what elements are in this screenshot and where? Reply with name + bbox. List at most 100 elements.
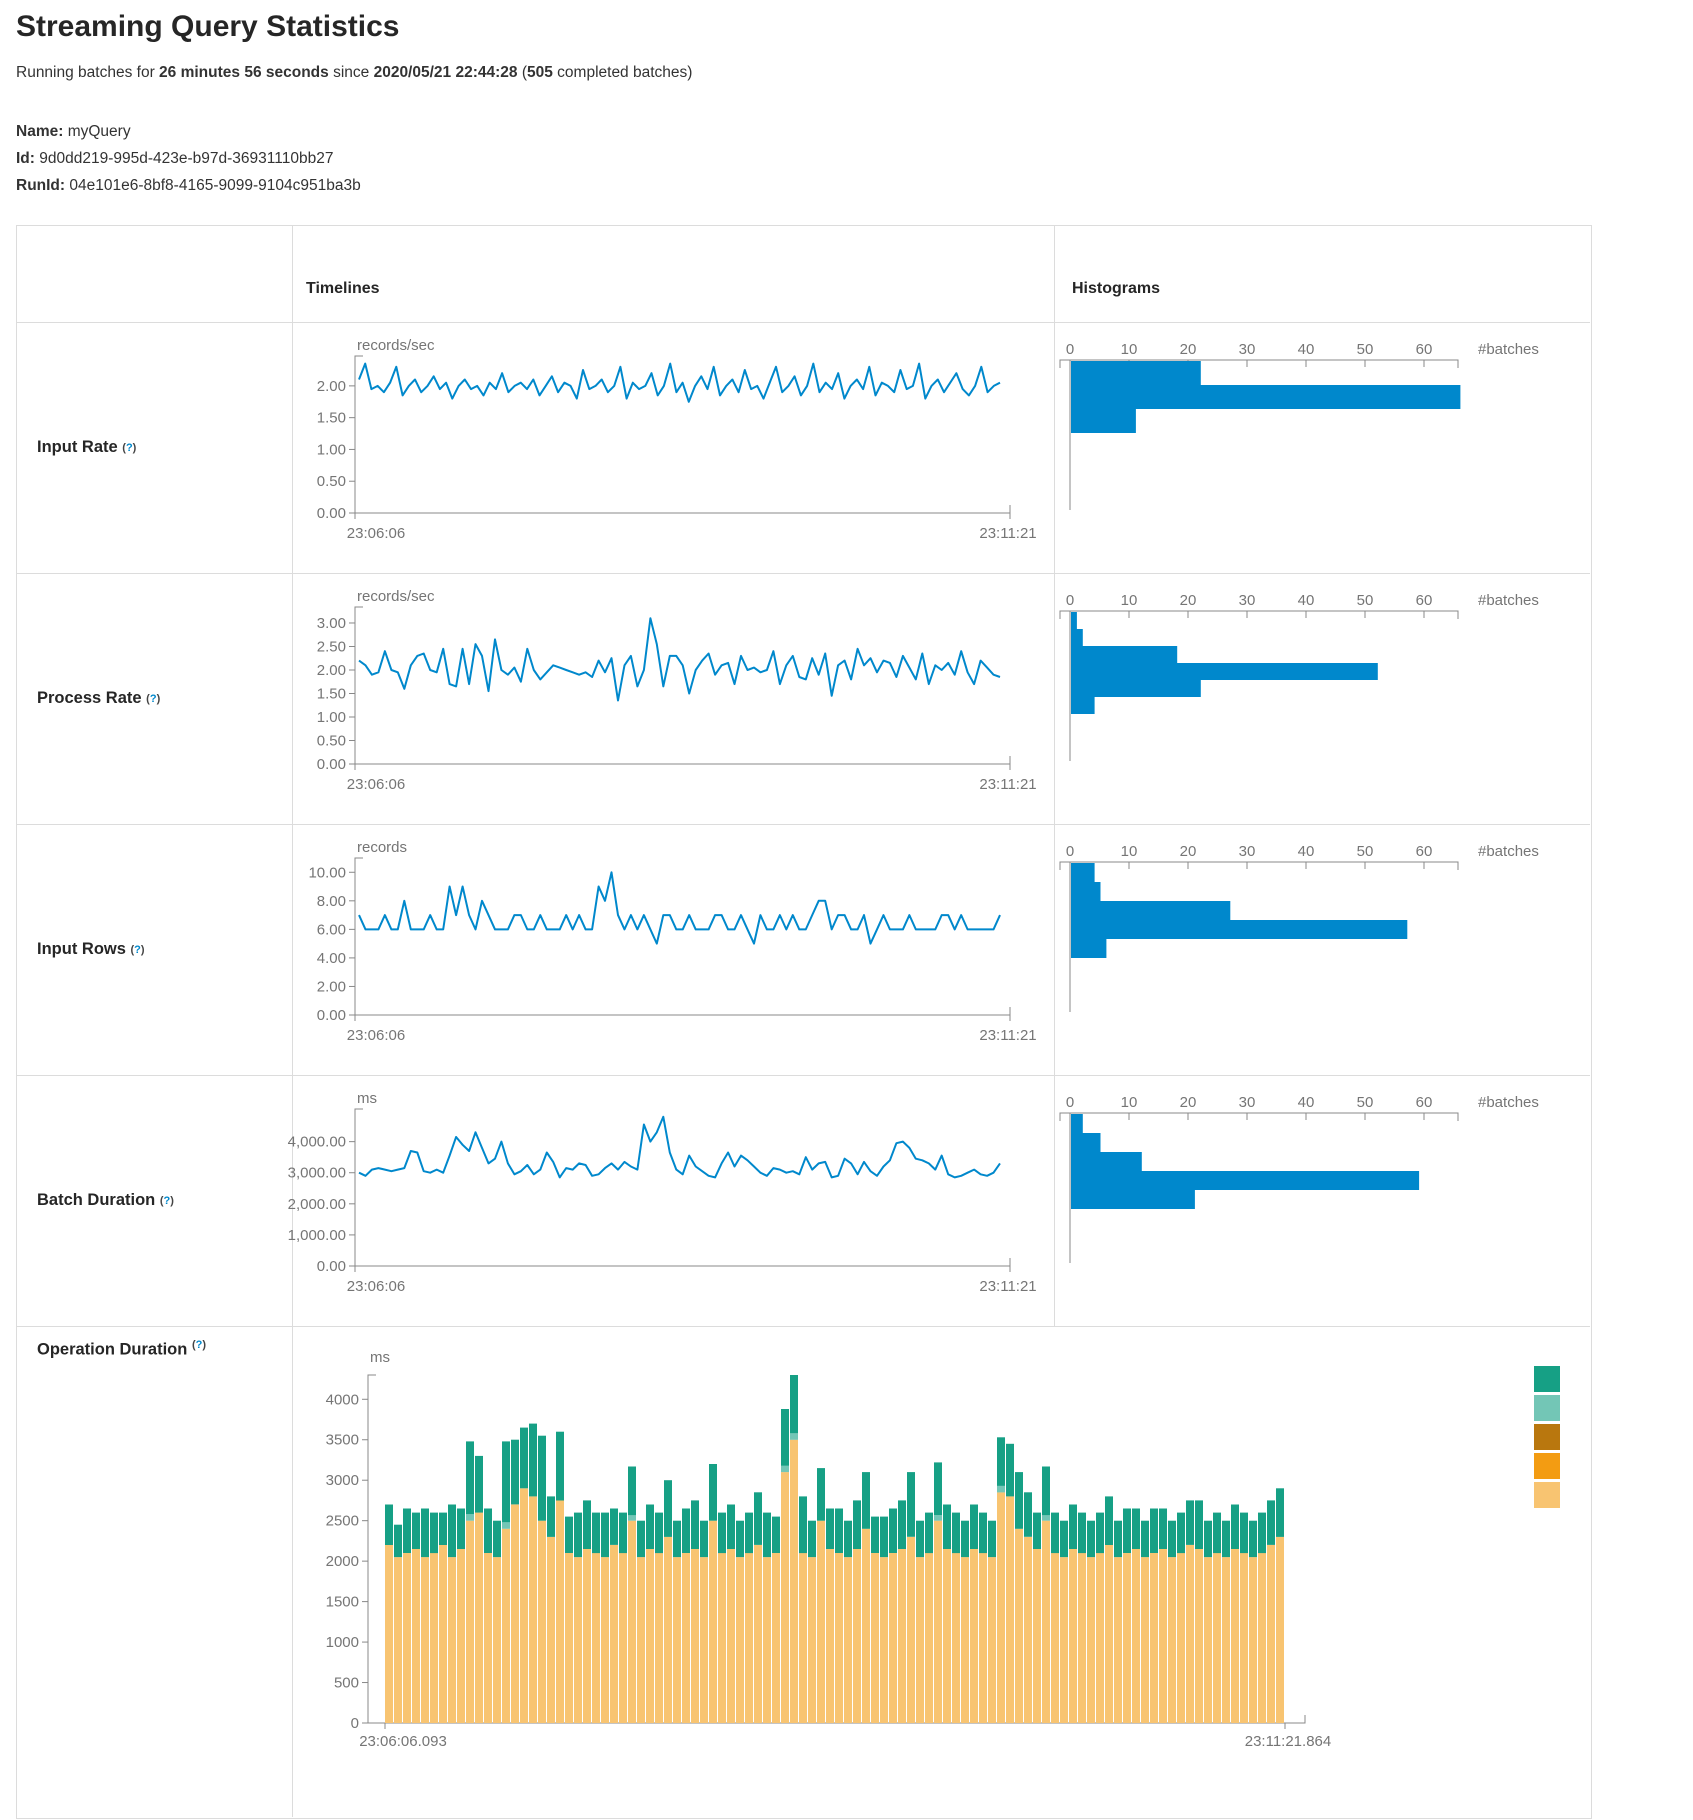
stack-segment-1 <box>718 1553 726 1723</box>
stack-segment-3 <box>385 1505 393 1546</box>
x-end-label: 23:11:21 <box>979 776 1036 793</box>
stack-segment-3 <box>826 1509 834 1550</box>
charts-canvas: records/sec2.001.501.000.500.0023:06:062… <box>16 225 1591 1818</box>
x-end-label: 23:11:21.864 <box>1245 1733 1331 1750</box>
stack-segment-1 <box>439 1545 447 1723</box>
input-rows-row-charts: records10.008.006.004.002.000.0023:06:06… <box>308 839 1538 1044</box>
y-tick-label: 0 <box>351 1715 359 1732</box>
stack-segment-1 <box>1258 1553 1266 1723</box>
stack-segment-3 <box>835 1509 843 1554</box>
stack-segment-3 <box>412 1513 420 1549</box>
stack-segment-3 <box>934 1462 942 1515</box>
hist-tick-label: 30 <box>1239 1094 1256 1111</box>
stack-segment-1 <box>466 1521 474 1723</box>
stack-segment-1 <box>943 1549 951 1723</box>
stack-segment-3 <box>574 1513 582 1558</box>
y-tick-label: 2.50 <box>317 638 346 655</box>
stack-segment-1 <box>736 1557 744 1723</box>
running-batches-status: Running batches for 26 minutes 56 second… <box>16 64 692 82</box>
stack-segment-1 <box>691 1549 699 1723</box>
stack-segment-3 <box>1159 1509 1167 1550</box>
y-tick-label: 2.00 <box>317 378 346 395</box>
x-start-label: 23:06:06 <box>347 525 405 542</box>
hist-tick-label: 10 <box>1121 592 1138 609</box>
stack-segment-1 <box>547 1537 555 1723</box>
y-tick-label: 2.00 <box>317 662 346 679</box>
hist-tick-label: 10 <box>1121 341 1138 358</box>
hist-tick-label: 30 <box>1239 592 1256 609</box>
x-end-label: 23:11:21 <box>979 1027 1036 1044</box>
stack-segment-3 <box>745 1513 753 1554</box>
stack-segment-3 <box>1249 1521 1257 1557</box>
hist-tick-label: 40 <box>1298 843 1315 860</box>
stack-segment-3 <box>1240 1513 1248 1554</box>
status-paren: ( <box>518 64 527 81</box>
stack-segment-2 <box>790 1433 798 1440</box>
stack-segment-1 <box>637 1557 645 1723</box>
stack-segment-3 <box>1177 1513 1185 1554</box>
stack-segment-1 <box>1123 1553 1131 1723</box>
stack-segment-1 <box>988 1557 996 1723</box>
stack-segment-3 <box>790 1375 798 1433</box>
stack-segment-1 <box>1267 1545 1275 1723</box>
x-start-label: 23:06:06 <box>347 776 405 793</box>
status-timestamp: 2020/05/21 22:44:28 <box>374 64 518 81</box>
stack-segment-3 <box>799 1496 807 1553</box>
batch-duration-row-charts: ms4,000.003,000.002,000.001,000.000.0023… <box>288 1090 1539 1295</box>
hist-tick-label: 20 <box>1180 341 1197 358</box>
stack-segment-3 <box>907 1472 915 1537</box>
stack-segment-1 <box>871 1553 879 1723</box>
query-meta: Name: myQuery Id: 9d0dd219-995d-423e-b97… <box>16 118 361 199</box>
y-tick-label: 4.00 <box>317 950 346 967</box>
y-tick-label: 6.00 <box>317 921 346 938</box>
histogram-axis <box>1060 611 1458 619</box>
stack-segment-3 <box>439 1513 447 1545</box>
x-start-label: 23:06:06 <box>347 1027 405 1044</box>
stack-segment-1 <box>1042 1521 1050 1723</box>
timeline-line <box>359 618 1000 700</box>
page-title: Streaming Query Statistics <box>16 10 399 44</box>
stack-segment-1 <box>799 1553 807 1723</box>
stack-segment-2 <box>628 1515 636 1521</box>
stack-segment-3 <box>430 1513 438 1554</box>
stack-segment-1 <box>709 1521 717 1723</box>
histogram-bar <box>1071 1190 1195 1209</box>
stack-segment-3 <box>664 1480 672 1537</box>
y-tick-label: 3,000.00 <box>288 1165 346 1182</box>
stack-segment-1 <box>385 1545 393 1723</box>
stack-segment-3 <box>1105 1496 1113 1545</box>
stack-segment-3 <box>457 1509 465 1550</box>
stack-segment-3 <box>808 1521 816 1557</box>
timeline-axis <box>355 858 1010 1015</box>
stack-segment-1 <box>970 1549 978 1723</box>
histogram-bar <box>1071 361 1201 385</box>
histogram-bar <box>1071 409 1136 433</box>
stack-segment-1 <box>1240 1553 1248 1723</box>
hist-tick-label: 30 <box>1239 341 1256 358</box>
legend-swatch-3 <box>1534 1424 1560 1450</box>
timeline-unit-label: ms <box>357 1090 377 1107</box>
stack-segment-1 <box>1078 1553 1086 1723</box>
hist-axis-unit-label: #batches <box>1478 1094 1539 1111</box>
timeline-axis <box>355 1109 1010 1266</box>
query-id-row: Id: 9d0dd219-995d-423e-b97d-36931110bb27 <box>16 145 361 172</box>
stack-segment-3 <box>1195 1500 1203 1549</box>
hist-axis-unit-label: #batches <box>1478 341 1539 358</box>
hist-axis-unit-label: #batches <box>1478 592 1539 609</box>
hist-tick-label: 50 <box>1357 341 1374 358</box>
stack-segment-3 <box>862 1472 870 1529</box>
stack-segment-3 <box>583 1500 591 1549</box>
stack-segment-3 <box>448 1505 456 1558</box>
legend-swatch-5 <box>1534 1482 1560 1508</box>
stack-segment-3 <box>1006 1444 1014 1497</box>
stack-segment-3 <box>637 1521 645 1557</box>
stack-segment-1 <box>763 1557 771 1723</box>
stack-segment-1 <box>808 1557 816 1723</box>
stack-segment-3 <box>628 1467 636 1516</box>
stack-segment-3 <box>736 1521 744 1557</box>
stack-segment-3 <box>538 1436 546 1521</box>
hist-tick-label: 0 <box>1066 592 1074 609</box>
stack-segment-1 <box>583 1549 591 1723</box>
y-tick-label: 10.00 <box>308 864 346 881</box>
stack-segment-3 <box>619 1513 627 1554</box>
